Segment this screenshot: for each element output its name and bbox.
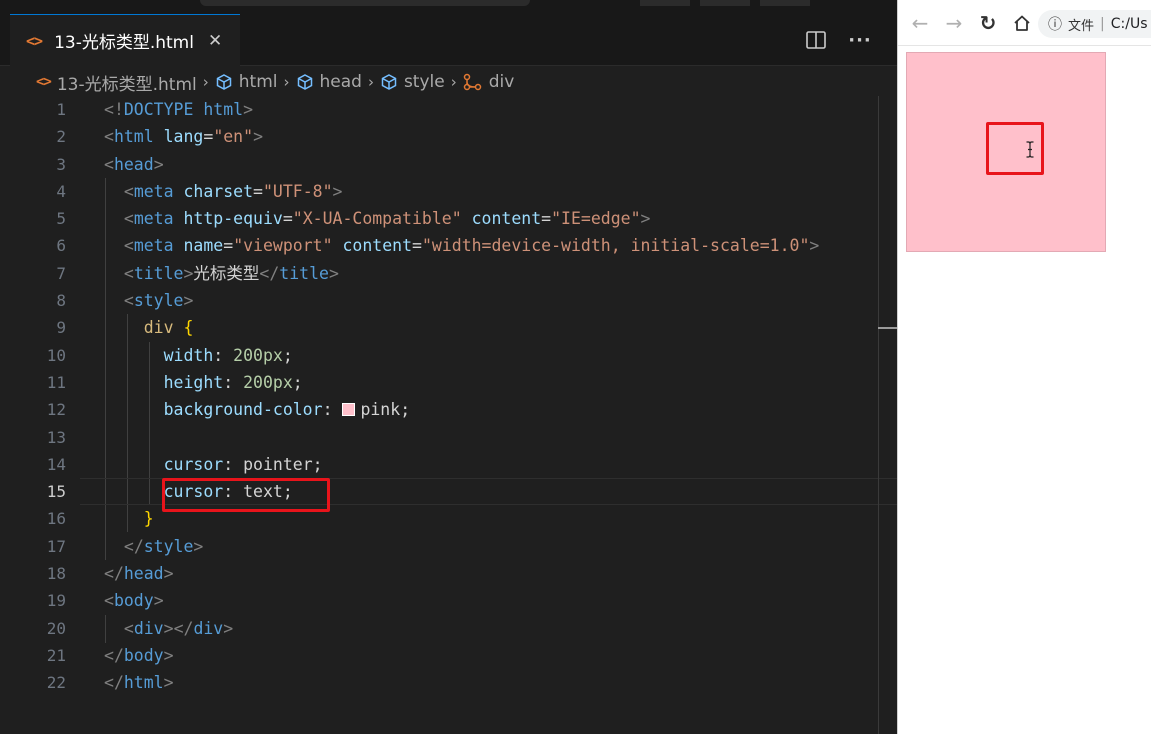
text-cursor-icon xyxy=(1025,141,1035,162)
tab-label: 13-光标类型.html xyxy=(54,33,194,53)
overview-ruler[interactable] xyxy=(878,96,879,734)
line-number-gutter: 1 2 3 4 5 6 7 8 9 10 11 12 13 14 15 16 1… xyxy=(0,96,80,697)
code-line[interactable]: <meta name="viewport" content="width=dev… xyxy=(104,232,897,259)
annotation-highlight-box xyxy=(986,122,1044,175)
title-strip xyxy=(0,0,897,14)
address-bar[interactable]: ⓘ 文件 | C:/Us xyxy=(1038,10,1151,38)
home-icon[interactable] xyxy=(1010,11,1034,35)
back-arrow-icon[interactable]: ← xyxy=(908,11,932,35)
reload-icon[interactable]: ↻ xyxy=(976,11,1000,35)
code-line[interactable]: cursor: pointer; xyxy=(104,451,897,478)
code-line[interactable]: <!DOCTYPE html> xyxy=(104,96,897,123)
editor-actions: ··· xyxy=(803,14,873,66)
chevron-right-icon: › xyxy=(450,73,457,91)
code-line[interactable]: height: 200px; xyxy=(104,369,897,396)
line-number: 6 xyxy=(56,236,66,256)
window-control-fragment xyxy=(640,0,690,6)
breadcrumb-div[interactable]: div xyxy=(463,72,515,92)
chevron-right-icon: › xyxy=(202,73,209,91)
line-number: 14 xyxy=(46,454,66,474)
annotation-highlight-box xyxy=(162,478,330,512)
line-number: 20 xyxy=(46,618,66,638)
code-line[interactable]: <body> xyxy=(104,587,897,614)
tab-13-cursor-type[interactable]: <> 13-光标类型.html ✕ xyxy=(10,14,240,66)
browser-preview: ← → ↻ ⓘ 文件 | C:/Us xyxy=(897,0,1151,734)
code-line[interactable] xyxy=(104,424,897,451)
forward-arrow-glyph: → xyxy=(945,10,963,35)
breadcrumb-label: html xyxy=(238,72,278,92)
cube-icon xyxy=(296,73,314,91)
split-editor-icon[interactable] xyxy=(803,27,829,53)
line-number: 10 xyxy=(46,345,66,365)
breadcrumb: <> 13-光标类型.html › html › head › style › … xyxy=(0,66,897,98)
line-number: 22 xyxy=(46,673,66,693)
breadcrumb-html[interactable]: html xyxy=(215,72,278,92)
code-line[interactable]: </body> xyxy=(104,642,897,669)
line-number: 9 xyxy=(56,318,66,338)
more-actions-icon[interactable]: ··· xyxy=(847,27,873,53)
forward-arrow-icon[interactable]: → xyxy=(942,11,966,35)
line-number: 4 xyxy=(56,181,66,201)
code-line[interactable]: <meta charset="UTF-8"> xyxy=(104,178,897,205)
chevron-right-icon: › xyxy=(367,73,374,91)
more-actions-glyph: ··· xyxy=(848,29,872,51)
window-control-fragment xyxy=(700,0,750,6)
code-line[interactable]: <title>光标类型</title> xyxy=(104,260,897,287)
line-number: 13 xyxy=(46,427,66,447)
line-number: 1 xyxy=(56,100,66,119)
cube-icon xyxy=(215,73,233,91)
window-control-fragment xyxy=(760,0,810,6)
tab-bar: <> 13-光标类型.html ✕ xyxy=(0,14,897,66)
line-number: 16 xyxy=(46,509,66,529)
chevron-right-icon: › xyxy=(283,73,290,91)
code-line[interactable]: div { xyxy=(104,314,897,341)
line-number: 5 xyxy=(56,209,66,229)
breadcrumb-style[interactable]: style xyxy=(380,72,445,92)
line-number: 18 xyxy=(46,564,66,584)
color-swatch[interactable] xyxy=(342,403,356,417)
line-number: 2 xyxy=(56,127,66,147)
div-element-icon xyxy=(463,73,483,91)
html-file-icon: <> xyxy=(36,74,52,90)
line-number: 12 xyxy=(46,400,66,420)
reload-glyph: ↻ xyxy=(979,10,997,35)
code-editor: <> 13-光标类型.html ✕ ··· <> 13-光标类型.html › … xyxy=(0,0,897,734)
line-number: 21 xyxy=(46,645,66,665)
info-icon[interactable]: ⓘ xyxy=(1048,14,1062,34)
code-line[interactable]: <head> xyxy=(104,151,897,178)
close-icon[interactable]: ✕ xyxy=(208,31,222,51)
line-number: 11 xyxy=(46,372,66,392)
breadcrumb-label: head xyxy=(319,72,362,92)
line-number: 19 xyxy=(46,591,66,611)
line-number: 3 xyxy=(56,154,66,174)
screen: <> 13-光标类型.html ✕ ··· <> 13-光标类型.html › … xyxy=(0,0,1151,734)
html-file-icon: <> xyxy=(26,31,43,50)
code-line[interactable]: </style> xyxy=(104,533,897,560)
code-area[interactable]: <!DOCTYPE html> <html lang="en"> <head> <m… xyxy=(80,96,897,697)
address-url: C:/Us xyxy=(1110,16,1148,32)
code-line[interactable]: <div></div> xyxy=(104,615,897,642)
code-line[interactable]: <meta http-equiv="X-UA-Compatible" conte… xyxy=(104,205,897,232)
breadcrumb-label: 13-光标类型.html xyxy=(56,74,197,95)
command-center-fragment xyxy=(200,0,530,6)
code-line[interactable]: </html> xyxy=(104,669,897,696)
breadcrumb-label: div xyxy=(488,72,515,92)
address-scheme-label: 文件 xyxy=(1068,18,1095,34)
code-line[interactable]: width: 200px; xyxy=(104,342,897,369)
breadcrumb-label: style xyxy=(403,72,445,92)
back-arrow-glyph: ← xyxy=(911,10,929,35)
address-divider: | xyxy=(1100,16,1105,32)
line-number: 7 xyxy=(56,263,66,283)
scroll-position-marker xyxy=(878,327,897,329)
line-number: 8 xyxy=(56,291,66,311)
cube-icon xyxy=(380,73,398,91)
breadcrumb-head[interactable]: head xyxy=(296,72,362,92)
breadcrumb-file[interactable]: <> 13-光标类型.html xyxy=(36,70,197,95)
code-line[interactable]: </head> xyxy=(104,560,897,587)
code-line[interactable]: <html lang="en"> xyxy=(104,123,897,150)
line-number-current: 15 xyxy=(46,482,66,502)
line-number: 17 xyxy=(46,536,66,556)
code-line[interactable]: <style> xyxy=(104,287,897,314)
code-line[interactable]: background-color: pink; xyxy=(104,396,897,423)
